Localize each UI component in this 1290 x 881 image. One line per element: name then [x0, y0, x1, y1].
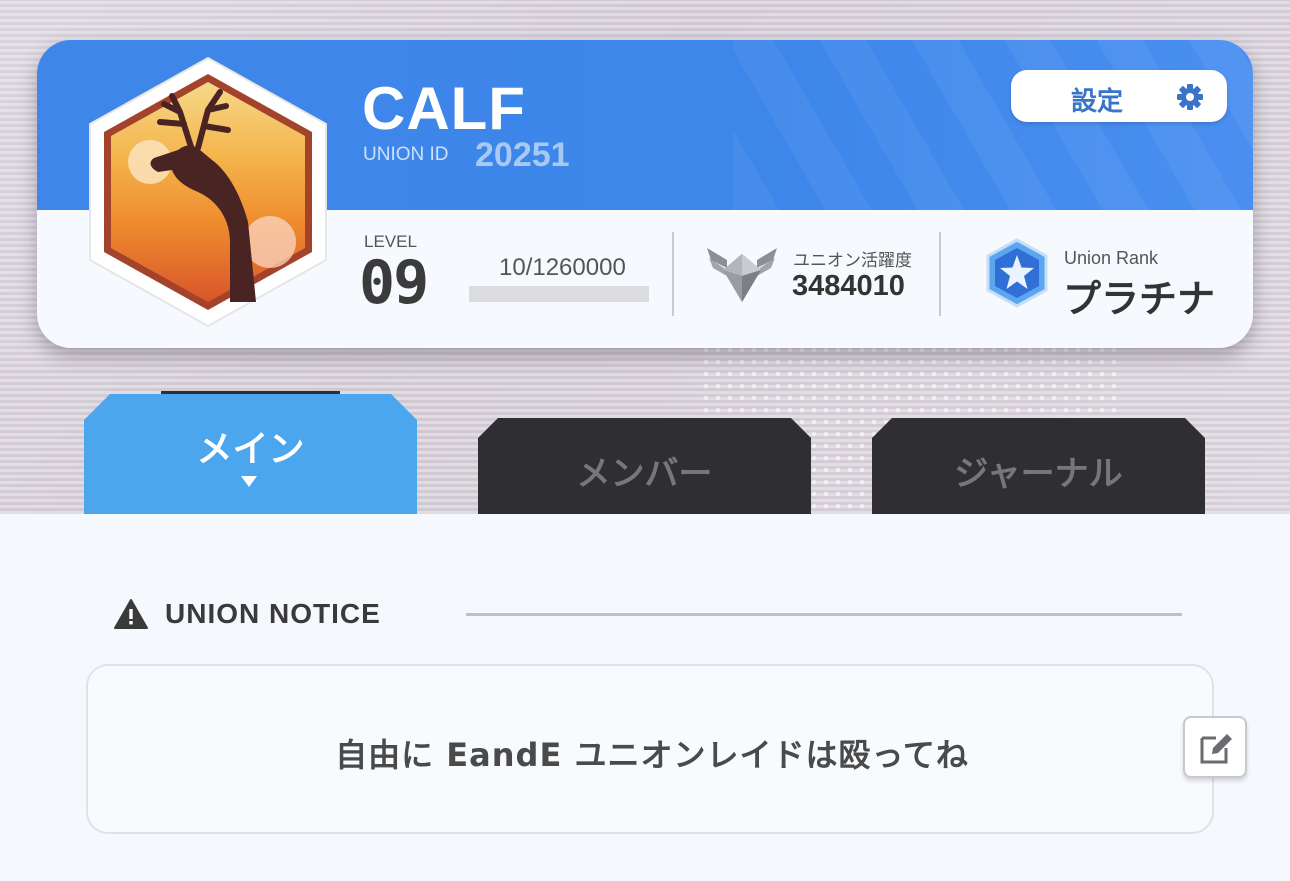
union-name: CALF [362, 75, 526, 142]
exp-progress-bar [469, 286, 649, 302]
deer-emblem-icon [89, 56, 327, 328]
activity-label: ユニオン活躍度 [793, 251, 912, 271]
union-id-value: 20251 [475, 136, 570, 174]
gear-icon [1177, 84, 1203, 110]
warning-triangle-icon [114, 599, 148, 629]
edit-notice-button[interactable] [1183, 716, 1247, 778]
tab-members-label: メンバー [576, 454, 713, 494]
stat-divider [672, 232, 674, 316]
notice-box: 自由に EandE ユニオンレイドは殴ってね [86, 664, 1214, 834]
tab-members[interactable]: メンバー [478, 418, 811, 514]
notice-divider [466, 613, 1182, 616]
settings-button[interactable]: 設定 [1011, 70, 1227, 122]
exp-text: 10/1260000 [499, 254, 626, 281]
stat-divider [939, 232, 941, 316]
notice-title: UNION NOTICE [165, 598, 381, 629]
union-id-label: UNION ID [363, 144, 449, 165]
tab-main-label: メイン [196, 429, 305, 470]
level-value: 09 [359, 248, 429, 318]
notice-text: 自由に EandE ユニオンレイドは殴ってね [335, 736, 969, 774]
tab-journal[interactable]: ジャーナル [872, 418, 1205, 514]
edit-pencil-icon [1200, 734, 1232, 764]
rank-value: プラチナ [1063, 277, 1216, 321]
activity-value: 3484010 [792, 270, 905, 302]
rank-label: Union Rank [1064, 248, 1159, 268]
caret-down-icon [241, 476, 257, 487]
platinum-star-icon [986, 238, 1048, 308]
tab-main[interactable]: メイン [84, 394, 417, 514]
settings-label: 設定 [1071, 87, 1124, 117]
tab-journal-label: ジャーナル [954, 454, 1123, 494]
banner-pattern [733, 40, 1253, 210]
winged-chevron-icon [707, 248, 777, 302]
